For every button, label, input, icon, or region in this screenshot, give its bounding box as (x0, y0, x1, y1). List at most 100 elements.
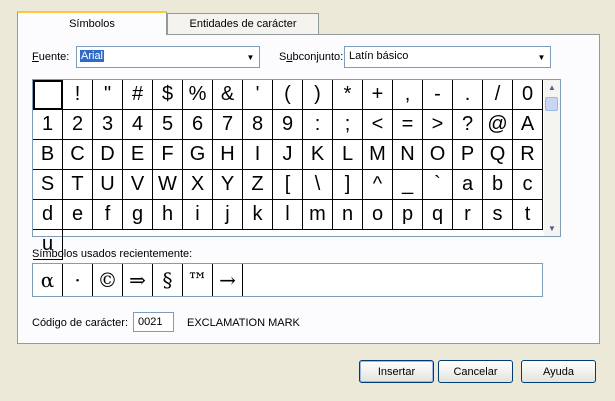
symbol-cell[interactable]: j (213, 200, 243, 230)
recent-symbol-cell[interactable]: ⇒ (123, 264, 153, 296)
recent-symbol-cell[interactable]: © (93, 264, 123, 296)
cancel-button[interactable]: Cancelar (438, 360, 513, 383)
symbol-cell[interactable]: 9 (273, 110, 303, 140)
symbol-cell[interactable]: V (123, 170, 153, 200)
symbol-cell[interactable]: ' (243, 80, 273, 110)
symbol-cell[interactable]: o (363, 200, 393, 230)
symbol-cell[interactable]: G (183, 140, 213, 170)
symbol-cell[interactable]: k (243, 200, 273, 230)
symbol-cell[interactable]: N (393, 140, 423, 170)
symbol-cell[interactable]: _ (393, 170, 423, 200)
symbol-cell[interactable]: H (213, 140, 243, 170)
symbol-cell[interactable]: ^ (363, 170, 393, 200)
recent-symbol-cell[interactable]: ™ (183, 264, 213, 296)
symbol-cell[interactable]: @ (483, 110, 513, 140)
symbol-cell[interactable]: # (123, 80, 153, 110)
symbol-cell[interactable]: < (363, 110, 393, 140)
symbol-cell[interactable]: > (423, 110, 453, 140)
symbol-cell[interactable]: Z (243, 170, 273, 200)
symbol-cell[interactable]: * (333, 80, 363, 110)
symbol-cell[interactable]: ( (273, 80, 303, 110)
symbol-cell[interactable]: 4 (123, 110, 153, 140)
recent-symbol-cell[interactable]: § (153, 264, 183, 296)
chevron-down-icon[interactable]: ▼ (242, 47, 259, 67)
symbol-cell[interactable]: m (303, 200, 333, 230)
symbol-cell[interactable]: F (153, 140, 183, 170)
symbol-cell[interactable]: D (93, 140, 123, 170)
symbol-cell[interactable]: $ (153, 80, 183, 110)
symbol-cell[interactable]: Q (483, 140, 513, 170)
symbol-cell[interactable]: S (33, 170, 63, 200)
symbol-cell[interactable]: + (363, 80, 393, 110)
symbol-cell[interactable]: ? (453, 110, 483, 140)
symbol-cell[interactable]: O (423, 140, 453, 170)
symbol-cell[interactable]: ) (303, 80, 333, 110)
symbol-cell[interactable]: 3 (93, 110, 123, 140)
symbol-cell[interactable]: 5 (153, 110, 183, 140)
help-button[interactable]: Ayuda (521, 360, 596, 383)
symbol-cell[interactable]: I (243, 140, 273, 170)
symbol-cell[interactable]: K (303, 140, 333, 170)
symbol-cell[interactable]: J (273, 140, 303, 170)
font-select[interactable]: Arial ▼ (76, 46, 260, 68)
arrow-down-icon[interactable]: ▼ (544, 221, 560, 236)
symbol-cell[interactable]: B (33, 140, 63, 170)
symbol-cell[interactable]: . (453, 80, 483, 110)
symbol-cell[interactable]: 6 (183, 110, 213, 140)
symbol-cell[interactable]: \ (303, 170, 333, 200)
symbol-cell[interactable]: Y (213, 170, 243, 200)
symbol-cell[interactable]: a (453, 170, 483, 200)
symbol-cell[interactable]: X (183, 170, 213, 200)
symbol-cell[interactable]: ; (333, 110, 363, 140)
symbol-cell[interactable]: b (483, 170, 513, 200)
symbol-cell[interactable]: ] (333, 170, 363, 200)
recent-symbol-cell[interactable]: α (33, 264, 63, 296)
symbol-cell[interactable]: / (483, 80, 513, 110)
symbol-cell[interactable]: - (423, 80, 453, 110)
symbol-cell[interactable]: h (153, 200, 183, 230)
tab-simbolos[interactable]: Símbolos (17, 11, 167, 35)
symbol-cell[interactable]: , (393, 80, 423, 110)
symbol-cell[interactable]: C (63, 140, 93, 170)
chevron-down-icon[interactable]: ▼ (533, 47, 550, 67)
symbol-cell[interactable]: l (273, 200, 303, 230)
symbol-cell[interactable]: ` (423, 170, 453, 200)
symbol-cell[interactable]: 1 (33, 110, 63, 140)
recent-symbol-cell[interactable]: → (213, 264, 243, 296)
symbol-cell[interactable]: i (183, 200, 213, 230)
symbol-cell[interactable]: E (123, 140, 153, 170)
char-code-input[interactable]: 0021 (133, 312, 174, 332)
symbol-cell[interactable]: n (333, 200, 363, 230)
symbol-cell[interactable]: W (153, 170, 183, 200)
symbol-cell[interactable]: 0 (513, 80, 543, 110)
symbol-cell[interactable]: f (93, 200, 123, 230)
scrollbar-thumb[interactable] (545, 97, 558, 111)
tab-entidades[interactable]: Entidades de carácter (167, 13, 319, 34)
symbol-cell[interactable]: 7 (213, 110, 243, 140)
symbol-cell[interactable]: s (483, 200, 513, 230)
symbol-cell[interactable]: R (513, 140, 543, 170)
symbol-cell[interactable]: A (513, 110, 543, 140)
symbol-grid-scrollbar[interactable]: ▲ ▼ (544, 80, 560, 236)
symbol-cell[interactable]: 2 (63, 110, 93, 140)
symbol-cell[interactable]: c (513, 170, 543, 200)
symbol-cell[interactable]: q (423, 200, 453, 230)
symbol-cell[interactable]: M (363, 140, 393, 170)
symbol-cell[interactable]: U (93, 170, 123, 200)
symbol-cell[interactable]: e (63, 200, 93, 230)
symbol-cell[interactable]: t (513, 200, 543, 230)
symbol-cell[interactable]: 8 (243, 110, 273, 140)
symbol-cell[interactable]: r (453, 200, 483, 230)
symbol-cell[interactable]: [ (273, 170, 303, 200)
arrow-up-icon[interactable]: ▲ (544, 80, 560, 95)
symbol-cell[interactable]: % (183, 80, 213, 110)
symbol-cell[interactable]: L (333, 140, 363, 170)
symbol-cell[interactable]: T (63, 170, 93, 200)
symbol-cell[interactable]: p (393, 200, 423, 230)
recent-symbol-cell[interactable]: · (63, 264, 93, 296)
symbol-cell[interactable]: : (303, 110, 333, 140)
symbol-cell[interactable] (33, 80, 63, 110)
symbol-cell[interactable]: " (93, 80, 123, 110)
symbol-cell[interactable]: g (123, 200, 153, 230)
symbol-cell[interactable]: = (393, 110, 423, 140)
